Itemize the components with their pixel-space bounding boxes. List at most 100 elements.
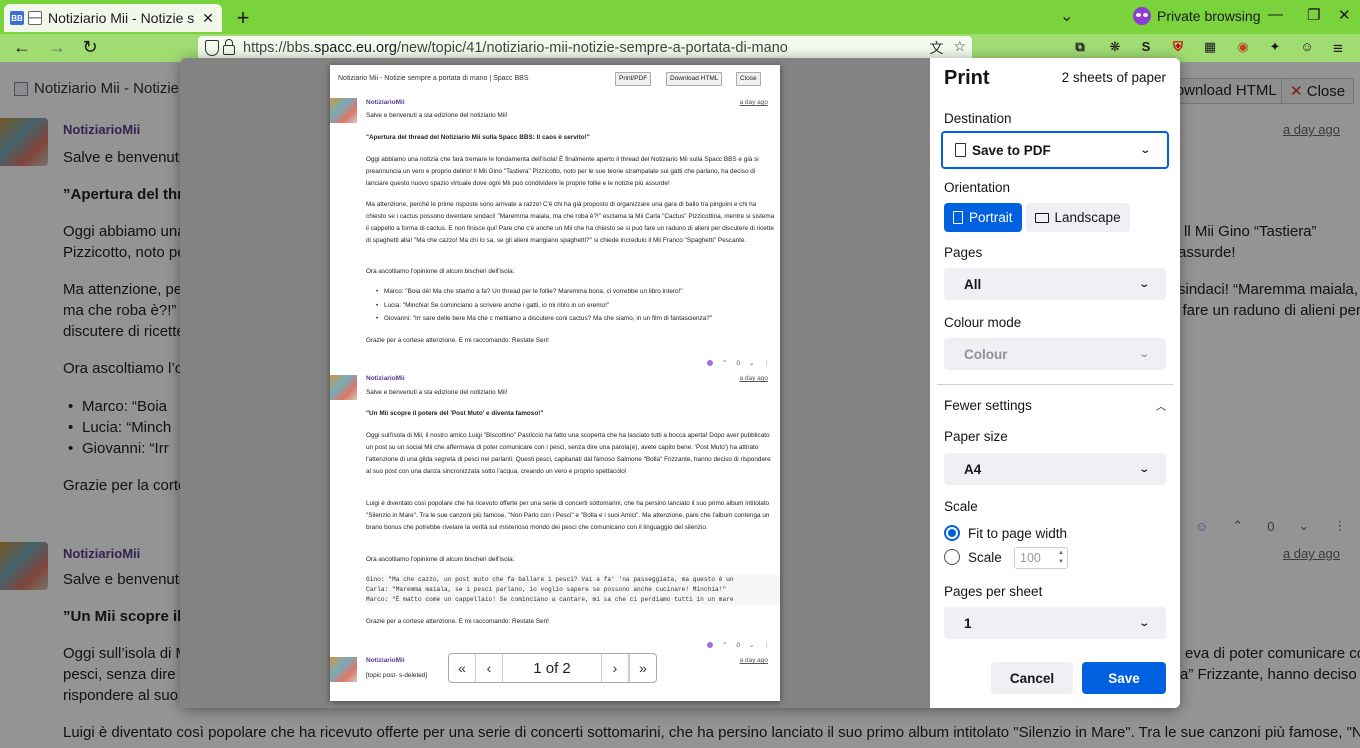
chevron-up-icon: ︿ <box>1156 402 1166 413</box>
minimize-button[interactable]: — <box>1268 6 1283 23</box>
restore-button[interactable]: ❐ <box>1307 6 1320 24</box>
list-tabs-button[interactable]: ⌄ <box>1060 6 1073 26</box>
colour-mode-label: Colour mode <box>944 315 1022 330</box>
post-headline: "Un Mii scopre il potere del 'Post Muto'… <box>366 410 544 417</box>
sheet-count: 2 sheets of paper <box>1061 70 1166 85</box>
post-greeting: Salve e benvenuti a sta edizione del not… <box>366 112 508 119</box>
private-mask-icon <box>1133 7 1151 25</box>
sparkle-extension-icon[interactable]: ✦ <box>1266 39 1284 57</box>
tab-notiziario[interactable]: BB Notiziario Mii - Notizie se ✕ <box>4 4 222 32</box>
previous-page-button[interactable]: ‹ <box>476 654 503 682</box>
url-prefix: https://bbs. <box>243 40 314 56</box>
downvote-icon: ⌄ <box>749 360 755 367</box>
landscape-button[interactable]: Landscape <box>1025 203 1130 232</box>
lock-icon[interactable] <box>223 39 235 55</box>
radio-unselected-icon <box>944 549 960 565</box>
vote-count: 0 <box>736 359 741 367</box>
next-page-button[interactable]: › <box>602 654 629 682</box>
colour-mode-select[interactable]: Colour ⌄ <box>944 338 1166 370</box>
new-tab-button[interactable]: + <box>232 5 254 31</box>
print-settings-panel: Print 2 sheets of paper Destination Save… <box>930 58 1180 708</box>
extensions-puzzle-icon[interactable]: ⧉ <box>1071 39 1089 57</box>
destination-label: Destination <box>944 111 1012 126</box>
s-extension-icon[interactable]: S <box>1137 39 1155 57</box>
page-icon <box>28 11 42 25</box>
orientation-group: Portrait Landscape <box>944 203 1130 232</box>
chevron-down-icon: ⌄ <box>1137 278 1150 290</box>
upvote-icon: ⌃ <box>721 360 728 367</box>
preview-sheet: Notiziario Mii - Notizie sempre a portat… <box>330 65 780 701</box>
post-time: a day ago <box>739 657 768 664</box>
avatar <box>330 657 357 682</box>
emoji-extension-icon[interactable]: ☺ <box>1298 39 1316 57</box>
paper-size-label: Paper size <box>944 429 1008 444</box>
downvote-icon: ⌄ <box>749 642 755 649</box>
tab-title: Notiziario Mii - Notizie se <box>48 10 194 26</box>
save-button[interactable]: Save <box>1082 662 1166 694</box>
page-indicator: 1 of 2 <box>503 654 602 682</box>
post-time: a day ago <box>739 99 768 106</box>
post-thanks: Grazie per a cortese attenzione. E mi ra… <box>366 337 549 344</box>
preview-close-button: Close <box>736 72 761 86</box>
post-paragraph: Ora ascoltiamo l'opinione di alcuni bisc… <box>366 268 515 275</box>
portrait-button[interactable]: Portrait <box>944 203 1022 232</box>
ublock-icon[interactable]: ⛨ <box>1169 39 1187 57</box>
fewer-settings-toggle[interactable]: Fewer settings ︿ <box>944 398 1166 413</box>
cancel-button[interactable]: Cancel <box>991 662 1073 694</box>
more-options-icon: ⋮ <box>763 642 771 649</box>
pages-per-sheet-label: Pages per sheet <box>944 584 1043 599</box>
paw-extension-icon[interactable]: ❋ <box>1106 39 1124 57</box>
reload-button[interactable]: ↻ <box>78 37 102 58</box>
first-page-button[interactable]: « <box>449 654 476 682</box>
preview-pager: « ‹ 1 of 2 › » <box>448 653 657 683</box>
preview-print-pdf-button: Print/PDF <box>615 72 652 86</box>
post-author: NotiziarioMii <box>366 657 405 664</box>
post-paragraph: Oggi sull'isola di Mii, il nostro amico … <box>366 432 771 475</box>
scale-radio[interactable]: Scale <box>944 549 1002 565</box>
qr-code-icon[interactable]: ▦ <box>1201 39 1219 57</box>
url-host: spacc.eu.org <box>313 40 397 56</box>
scale-input[interactable]: 100 ▲ ▼ <box>1014 547 1068 569</box>
tab-favicon: BB <box>10 11 24 25</box>
list-item: Giovanni: "Irr sare delle bere Ma che c … <box>376 315 712 322</box>
pages-select[interactable]: All ⌄ <box>944 268 1166 300</box>
post-author: NotiziarioMii <box>366 375 405 382</box>
url-path: /new/topic/41/notiziario-mii-notizie-sem… <box>396 40 788 56</box>
print-dialog: Notiziario Mii - Notizie sempre a portat… <box>180 58 1180 708</box>
post-paragraph: Ma attenzione, perché le prime risposte … <box>366 201 775 244</box>
post-actions: ⌃ 0 ⌄ ⋮ <box>706 359 771 367</box>
more-options-icon: ⋮ <box>763 360 771 367</box>
tracking-shield-icon[interactable] <box>205 40 219 56</box>
private-label: Private browsing <box>1157 8 1261 24</box>
post-headline: "Apertura del thread del Notiziario Mii … <box>366 134 590 141</box>
vote-count: 0 <box>736 641 741 649</box>
post-greeting: Salve e benvenuti a sta edizione del not… <box>366 389 508 396</box>
list-item: Lucia: "Minchia! Se cominciano a scriver… <box>376 302 609 309</box>
upvote-icon: ⌃ <box>721 642 728 649</box>
file-icon <box>955 143 966 157</box>
orientation-label: Orientation <box>944 180 1011 195</box>
back-button[interactable]: ← <box>10 37 34 58</box>
bookmark-star-icon[interactable]: ☆ <box>953 38 966 58</box>
fit-to-page-radio[interactable]: Fit to page width <box>944 525 1067 541</box>
spinner-icon[interactable]: ▲ ▼ <box>1058 549 1064 567</box>
paper-size-select[interactable]: A4 ⌄ <box>944 453 1166 485</box>
last-page-button[interactable]: » <box>629 654 656 682</box>
destination-select[interactable]: Save to PDF ⌄ <box>941 131 1169 169</box>
forward-button[interactable]: → <box>45 37 69 58</box>
menu-hamburger-icon[interactable]: ≡ <box>1329 39 1347 58</box>
tab-close-icon[interactable]: ✕ <box>200 10 216 27</box>
chevron-down-icon: ⌄ <box>1137 348 1150 360</box>
landscape-icon <box>1034 212 1049 223</box>
pages-per-sheet-select[interactable]: 1 ⌄ <box>944 607 1166 639</box>
translate-icon[interactable]: 文 <box>929 38 943 58</box>
url-bar[interactable]: https://bbs. spacc.eu.org/new/topic/41/no… <box>198 36 972 60</box>
reaction-icon <box>706 360 713 366</box>
reaction-icon <box>706 642 713 648</box>
list-item: Marco: "Boia dè! Ma che stiamo a fa? Un … <box>376 288 683 295</box>
code-block: Gino: "Ma che cazzo, un post muto che fa… <box>366 575 780 605</box>
badge-extension-icon[interactable]: ◉ <box>1234 39 1252 57</box>
post-paragraph: Luigi è diventato così popolare che ha r… <box>366 500 770 531</box>
window-close-button[interactable]: ✕ <box>1338 6 1351 24</box>
preview-download-html-button: Download HTML <box>666 72 723 86</box>
